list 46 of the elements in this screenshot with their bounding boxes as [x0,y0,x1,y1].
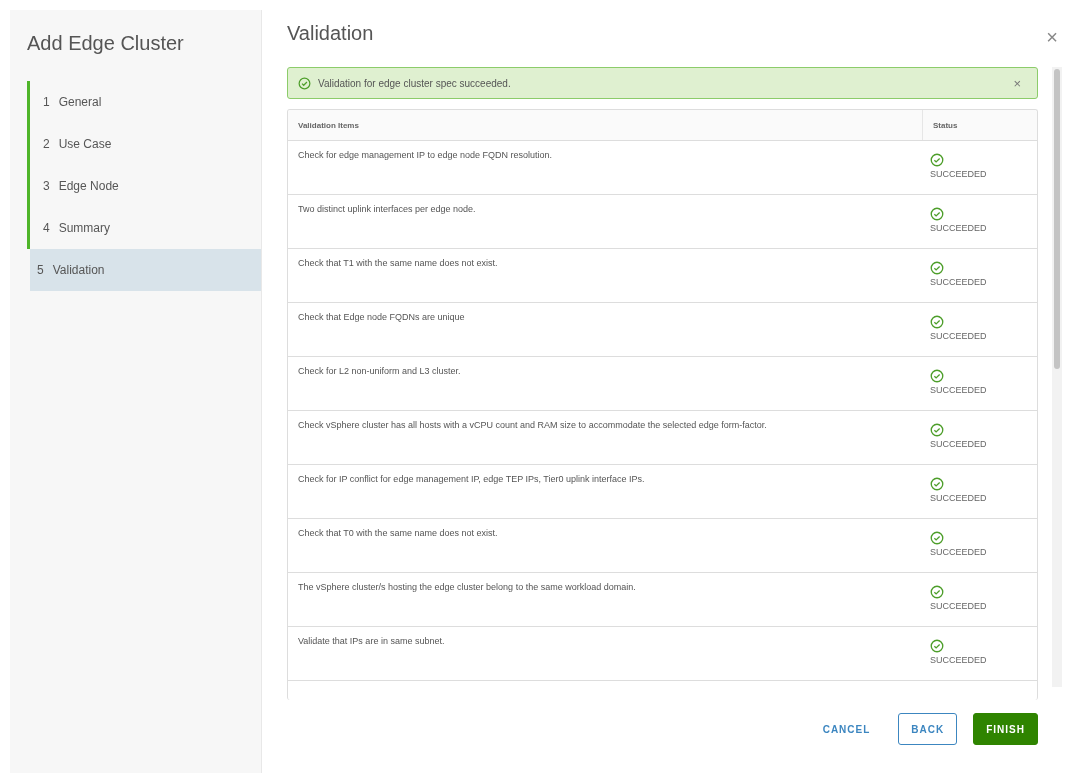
wizard-step[interactable]: 5 Validation [30,249,261,291]
status-text: SUCCEEDED [930,439,987,449]
wizard-step[interactable]: 1 General [27,81,261,123]
status-text: SUCCEEDED [930,277,987,287]
wizard-step[interactable]: 2 Use Case [27,123,261,165]
table-cell-text: Check vSphere cluster has all hosts with a vCPU count and RAM size to accommodate the selected edge form-factor. [297,419,768,432]
table-cell-text: Check that T0 with the same name does not exist. [297,527,499,540]
table-cell-text: Validate that IPs are in same subnet. [297,635,446,648]
status-text: SUCCEEDED [930,385,987,395]
check-circle-icon [930,585,944,599]
check-circle-icon [930,315,944,329]
cancel-button[interactable]: CANCEL [810,713,883,745]
check-circle-icon [930,369,944,383]
check-circle-icon [930,477,944,491]
back-button[interactable]: BACK [898,713,958,745]
table-cell-text: Two distinct uplink interfaces per edge node. [297,203,477,216]
wizard-title: Add Edge Cluster [27,32,185,55]
status-text: SUCCEEDED [930,493,987,503]
wizard-step[interactable]: 3 Edge Node [27,165,261,207]
table-cell-text: Check for L2 non-uniform and L3 cluster. [297,365,462,378]
close-button[interactable]: × [1042,26,1062,49]
check-circle-icon [930,207,944,221]
status-text: SUCCEEDED [930,547,987,557]
status-text: SUCCEEDED [930,169,987,179]
column-header: Status [922,110,1037,140]
check-circle-icon [930,261,944,275]
check-circle-icon [298,76,311,90]
check-circle-icon [930,531,944,545]
table-cell-text: Check that Edge node FQDNs are unique [297,311,466,324]
column-header: Validation Items [297,120,360,132]
table-cell-text: Check for IP conflict for edge management IP, edge TEP IPs, Tier0 uplink interface IPs. [297,473,646,486]
scrollbar[interactable] [1052,67,1062,687]
table-cell-text: Check that T1 with the same name does not exist. [297,257,499,270]
check-circle-icon [930,423,944,437]
page-title: Validation [287,22,374,45]
check-circle-icon [930,153,944,167]
status-text: SUCCEEDED [930,655,987,665]
status-text: SUCCEEDED [930,331,987,341]
status-text: SUCCEEDED [930,601,987,611]
status-text: SUCCEEDED [930,223,987,233]
finish-button[interactable]: FINISH [973,713,1038,745]
table-cell-text: Check for edge management IP to edge node FQDN resolution. [297,149,553,162]
alert-close-button[interactable]: × [1007,74,1027,92]
alert-text: Validation for edge cluster spec succeeded. [318,77,512,89]
table-cell-text: The vSphere cluster/s hosting the edge cluster belong to the same workload domain. [297,581,637,594]
check-circle-icon [930,639,944,653]
